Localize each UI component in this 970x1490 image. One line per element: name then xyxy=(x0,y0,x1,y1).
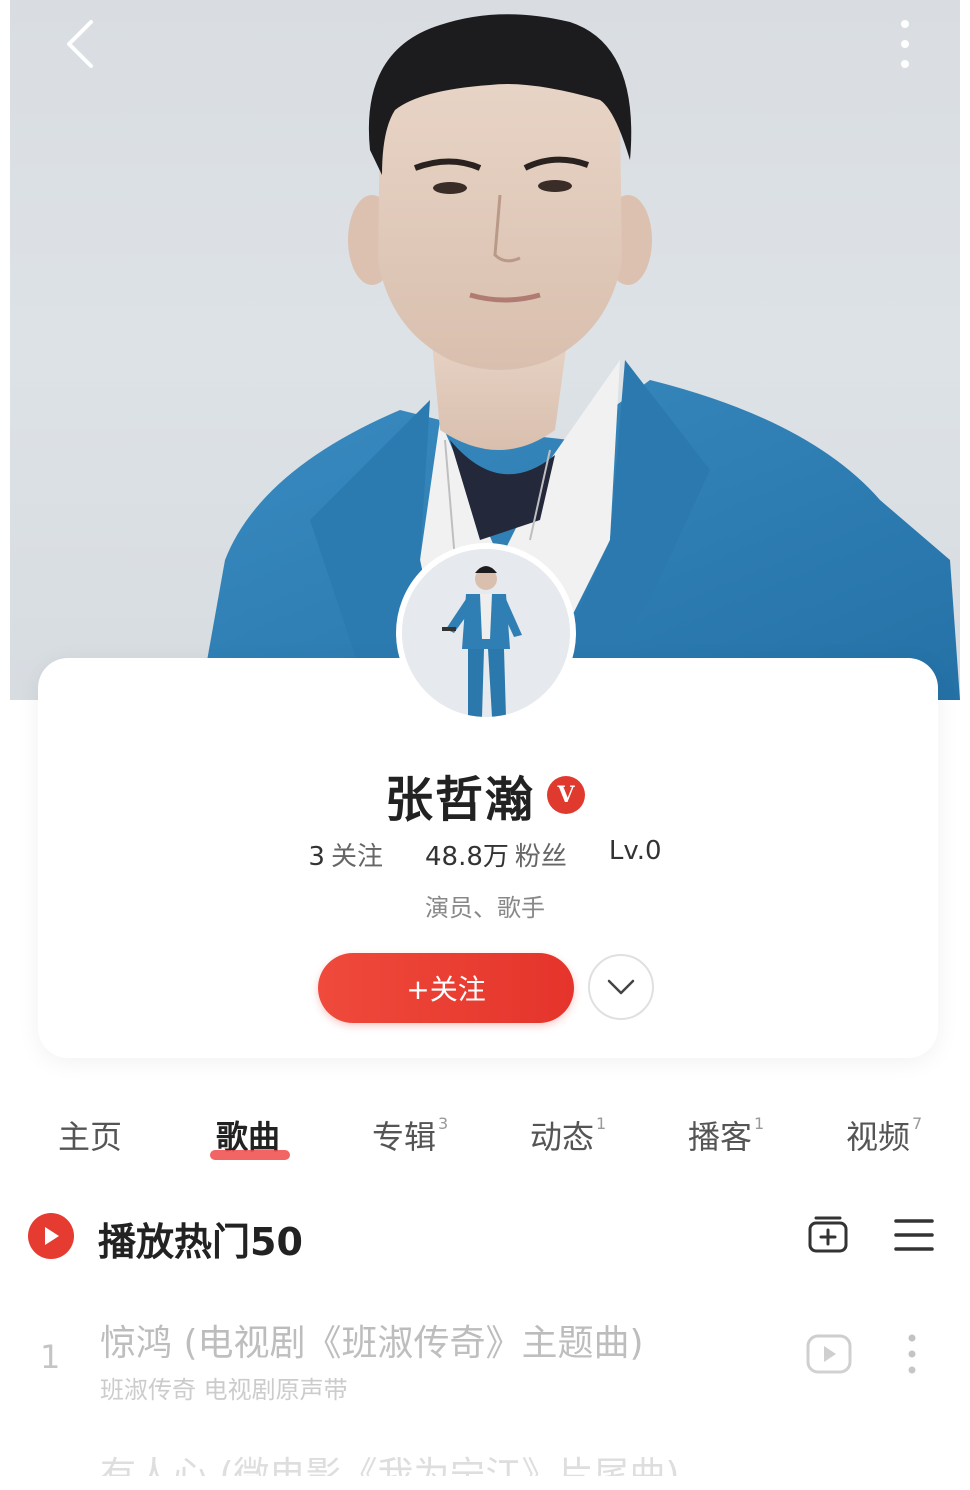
tab-count: 1 xyxy=(754,1114,765,1133)
tab-count: 3 xyxy=(438,1114,449,1133)
avatar[interactable] xyxy=(396,543,576,723)
expand-button[interactable] xyxy=(588,954,654,1020)
following-label: 关注 xyxy=(330,842,383,872)
section-title: 播放热门50 xyxy=(98,1220,303,1264)
more-options-button[interactable] xyxy=(880,12,930,76)
play-circle-icon xyxy=(45,1227,59,1245)
following-stat[interactable]: 3 关注 xyxy=(308,836,383,873)
tab-podcasts[interactable]: 播客 1 xyxy=(688,1112,764,1158)
tab-count: 7 xyxy=(912,1114,923,1133)
tab-home[interactable]: 主页 xyxy=(58,1112,122,1158)
tab-label: 视频 xyxy=(846,1118,911,1156)
video-play-icon[interactable] xyxy=(806,1334,852,1374)
more-icon[interactable] xyxy=(900,1332,924,1376)
hot-songs-header: 播放热门50 xyxy=(10,1205,960,1265)
tab-label: 专辑 xyxy=(372,1118,437,1156)
song-title: 惊鸿 (电视剧《班淑传奇》主题曲) xyxy=(100,1323,644,1364)
tab-count: 1 xyxy=(596,1114,607,1133)
tab-label: 主页 xyxy=(58,1118,123,1156)
fans-stat[interactable]: 48.8万 粉丝 xyxy=(425,836,567,873)
artist-stats: 3 关注 48.8万 粉丝 Lv.0 xyxy=(10,836,960,873)
artist-name-row: 张哲瀚 V xyxy=(10,760,960,830)
list-menu-icon[interactable] xyxy=(892,1215,936,1255)
add-to-playlist-icon[interactable] xyxy=(806,1213,850,1257)
back-button[interactable] xyxy=(50,14,110,74)
fans-label: 粉丝 xyxy=(514,842,567,872)
chevron-down-icon xyxy=(607,979,635,995)
profile-tabs: 主页 歌曲 专辑 3 动态 1 播客 1 视频 7 xyxy=(10,1112,960,1172)
active-tab-indicator xyxy=(210,1150,290,1160)
back-icon xyxy=(67,20,93,68)
avatar-photo xyxy=(402,549,570,717)
tab-albums[interactable]: 专辑 3 xyxy=(372,1112,448,1158)
song-row[interactable]: 1 惊鸿 (电视剧《班淑传奇》主题曲) 班淑传奇 电视剧原声带 xyxy=(10,1308,960,1418)
fans-count: 48.8万 xyxy=(424,842,509,872)
artist-profile-page: 张哲瀚 V 3 关注 48.8万 粉丝 Lv.0 演员、歌手 +关注 主页 歌曲 专… xyxy=(10,0,960,1490)
tab-label: 播客 xyxy=(688,1118,753,1156)
following-count: 3 xyxy=(308,842,325,872)
song-index: 1 xyxy=(40,1338,61,1376)
tab-label: 动态 xyxy=(530,1118,595,1156)
level-badge[interactable]: Lv.0 xyxy=(609,836,662,873)
song-subtitle: 班淑传奇 电视剧原声带 xyxy=(100,1376,348,1404)
follow-button[interactable]: +关注 xyxy=(318,953,574,1023)
song-title-next[interactable]: 有人心 (微电影《我为宁江》片尾曲) xyxy=(100,1446,680,1476)
artist-bio: 演员、歌手 xyxy=(425,894,545,922)
play-all-button[interactable] xyxy=(28,1213,74,1259)
tab-moments[interactable]: 动态 1 xyxy=(530,1112,606,1158)
artist-name: 张哲瀚 xyxy=(384,772,535,828)
verified-icon: V xyxy=(547,776,585,814)
more-vertical-icon xyxy=(901,20,909,68)
tab-videos[interactable]: 视频 7 xyxy=(846,1112,922,1158)
